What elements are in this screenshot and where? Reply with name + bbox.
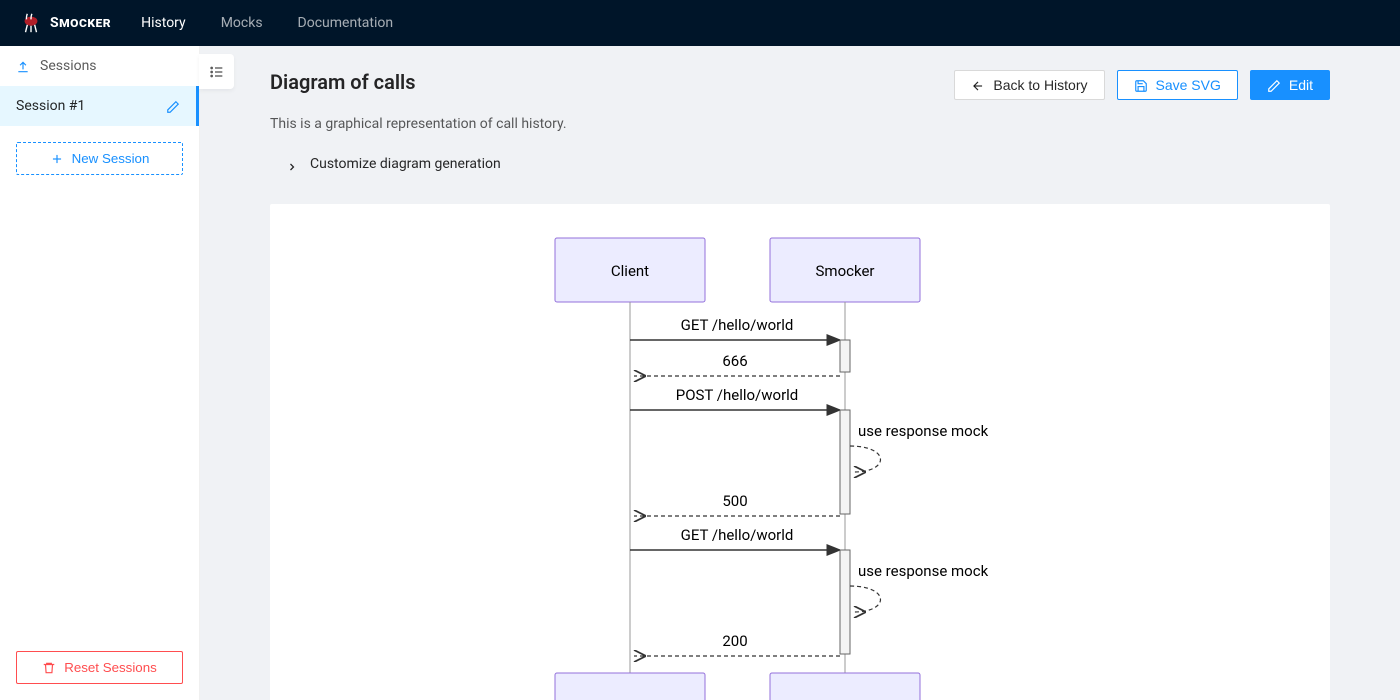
grill-icon	[20, 12, 42, 34]
participant-smocker: Smocker	[816, 262, 875, 280]
msg-1: 666	[722, 352, 747, 370]
edit-button[interactable]: Edit	[1250, 70, 1330, 100]
header-actions: Back to History Save SVG	[954, 70, 1330, 100]
customize-collapse[interactable]: Customize diagram generation	[270, 148, 1330, 180]
nav-mocks[interactable]: Mocks	[221, 15, 263, 31]
participant-client: Client	[611, 262, 649, 280]
sidebar-header: Sessions	[0, 46, 199, 86]
session-label: Session #1	[16, 98, 85, 114]
trash-icon	[42, 660, 56, 675]
logo[interactable]: Smocker	[20, 12, 111, 34]
msg-7: 200	[722, 632, 747, 650]
list-toggle-button[interactable]	[199, 54, 234, 89]
msg-5: GET /hello/world	[681, 526, 794, 544]
page-header: Diagram of calls Back to History	[270, 70, 1330, 100]
brand-name: Smocker	[50, 15, 111, 31]
plus-icon	[50, 151, 64, 166]
page-title: Diagram of calls	[270, 70, 416, 94]
back-button[interactable]: Back to History	[954, 70, 1104, 100]
save-icon	[1134, 77, 1148, 93]
msg-6: use response mock	[858, 562, 989, 580]
upload-icon	[16, 59, 30, 73]
sequence-diagram: Client Smocker GET /hello/world 666 POST…	[460, 228, 1140, 700]
msg-2: POST /hello/world	[676, 386, 799, 404]
session-item[interactable]: Session #1	[0, 86, 199, 126]
diagram-container: Client Smocker GET /hello/world 666 POST…	[270, 204, 1330, 700]
list-icon	[209, 63, 225, 79]
chevron-right-icon	[286, 158, 298, 170]
page-description: This is a graphical representation of ca…	[270, 116, 1330, 132]
nav-history[interactable]: History	[141, 15, 186, 31]
msg-0: GET /hello/world	[681, 316, 794, 334]
back-label: Back to History	[993, 77, 1087, 93]
pencil-icon	[1267, 77, 1281, 93]
new-session-button[interactable]: New Session	[16, 142, 183, 175]
nav-documentation[interactable]: Documentation	[298, 15, 394, 31]
save-svg-label: Save SVG	[1156, 77, 1221, 93]
msg-4: 500	[722, 492, 747, 510]
edit-label: Edit	[1289, 77, 1313, 93]
arrow-left-icon	[971, 77, 985, 93]
main-content: Diagram of calls Back to History	[200, 46, 1400, 700]
navbar: Smocker History Mocks Documentation	[0, 0, 1400, 46]
sidebar: Sessions Session #1	[0, 46, 200, 700]
save-svg-button[interactable]: Save SVG	[1117, 70, 1238, 100]
collapse-label: Customize diagram generation	[310, 156, 501, 172]
reset-label: Reset Sessions	[64, 660, 157, 675]
edit-icon[interactable]	[166, 99, 180, 113]
new-session-label: New Session	[72, 151, 150, 166]
msg-3: use response mock	[858, 422, 989, 440]
sidebar-title: Sessions	[40, 58, 97, 74]
reset-sessions-button[interactable]: Reset Sessions	[16, 651, 183, 684]
nav-links: History Mocks Documentation	[141, 15, 393, 31]
